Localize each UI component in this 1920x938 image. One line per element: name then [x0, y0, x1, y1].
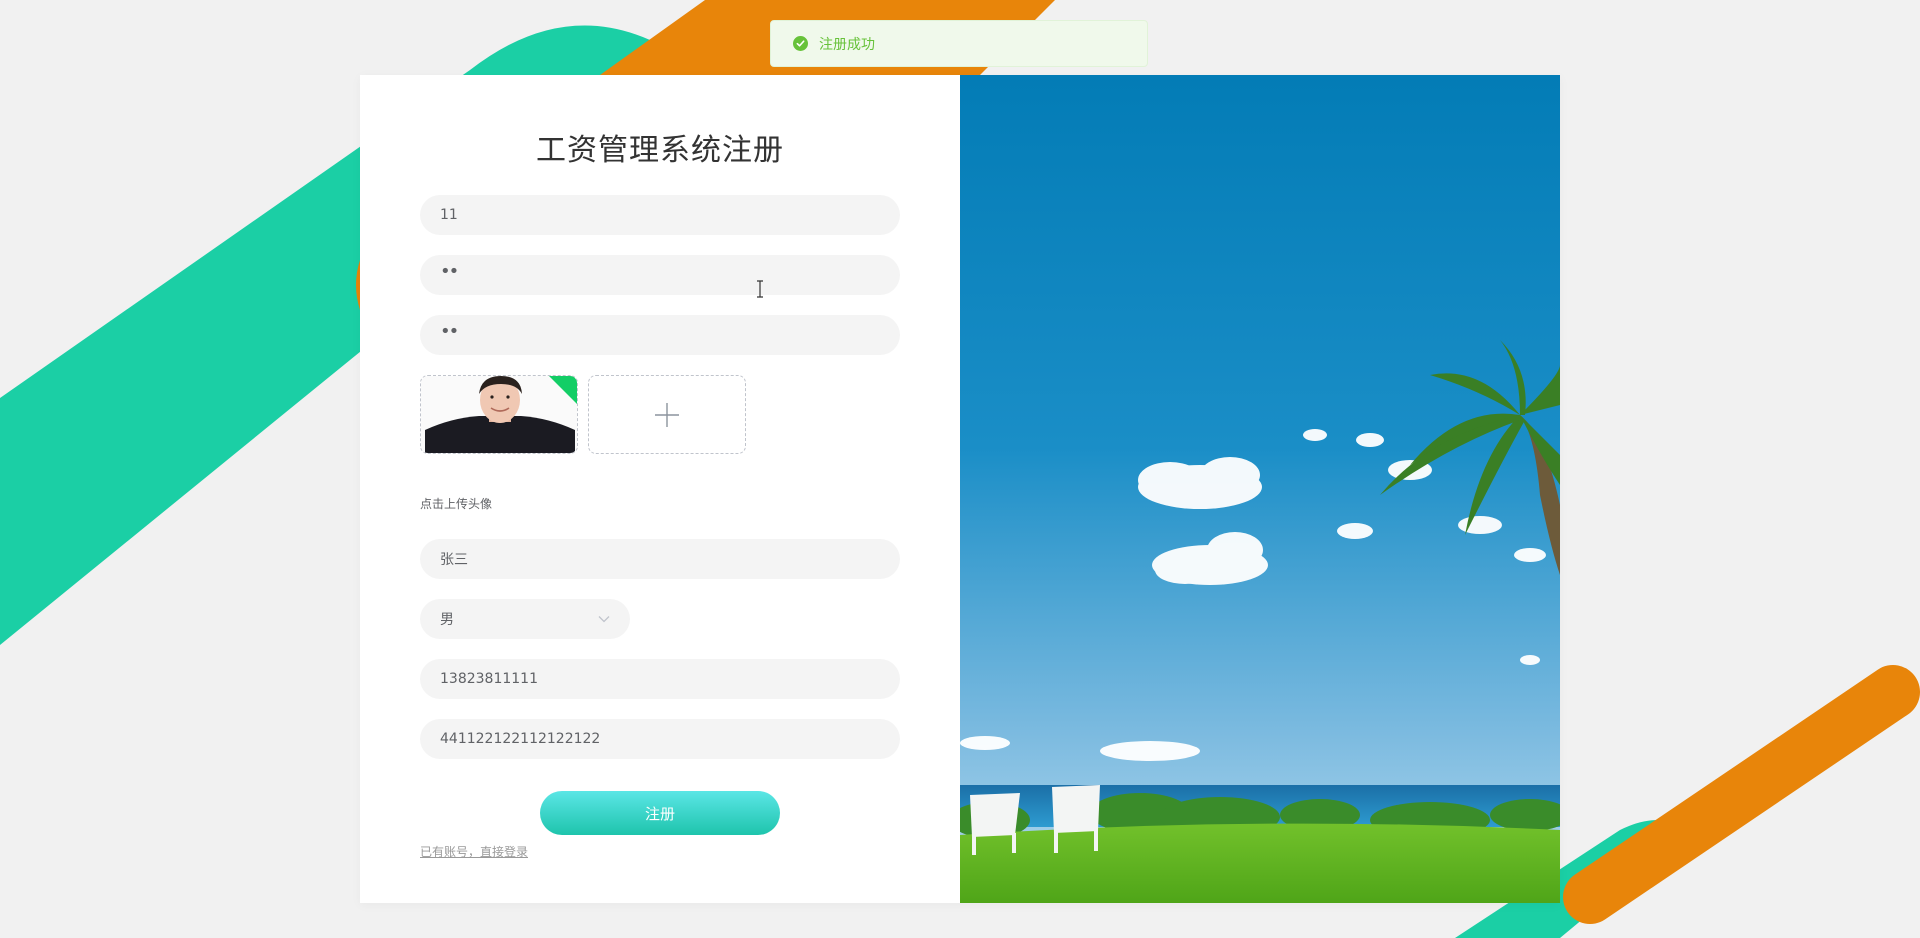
id-card-value: 441122122112122122 — [440, 731, 601, 747]
avatar-thumbnail[interactable] — [420, 375, 578, 454]
name-field[interactable]: 张三 — [420, 539, 900, 579]
plus-icon — [589, 376, 745, 453]
text-cursor-icon — [757, 280, 763, 298]
beach-scenery — [960, 75, 1560, 903]
page: 注册成功 工资管理系统注册 11 •• •• 点击上传头像 张三 男 13823… — [0, 0, 1920, 938]
avatar-photo — [421, 376, 577, 453]
register-card: 工资管理系统注册 11 •• •• 点击上传头像 张三 男 1382381111… — [360, 75, 1560, 903]
success-toast: 注册成功 — [770, 20, 1148, 67]
register-button[interactable]: 注册 — [540, 791, 780, 835]
confirm-password-field[interactable]: •• — [420, 315, 900, 355]
password-value: •• — [440, 261, 459, 282]
check-circle-icon — [793, 36, 808, 51]
id-card-field[interactable]: 441122122112122122 — [420, 719, 900, 759]
scenery-image — [960, 75, 1560, 903]
avatar-upload-button[interactable] — [588, 375, 746, 454]
login-link[interactable]: 已有账号，直接登录 — [420, 843, 528, 860]
username-value: 11 — [440, 207, 458, 223]
phone-value: 13823811111 — [440, 671, 538, 687]
upload-hint: 点击上传头像 — [420, 497, 493, 511]
confirm-password-value: •• — [440, 321, 459, 342]
gender-value: 男 — [440, 612, 454, 628]
phone-field[interactable]: 13823811111 — [420, 659, 900, 699]
password-field[interactable]: •• — [420, 255, 900, 295]
toast-message: 注册成功 — [819, 36, 875, 53]
gender-select[interactable]: 男 — [420, 599, 630, 639]
register-form: 工资管理系统注册 11 •• •• 点击上传头像 张三 男 1382381111… — [360, 75, 960, 903]
username-field[interactable]: 11 — [420, 195, 900, 235]
name-value: 张三 — [440, 552, 468, 568]
page-title: 工资管理系统注册 — [536, 133, 784, 168]
chevron-down-icon — [598, 611, 610, 627]
